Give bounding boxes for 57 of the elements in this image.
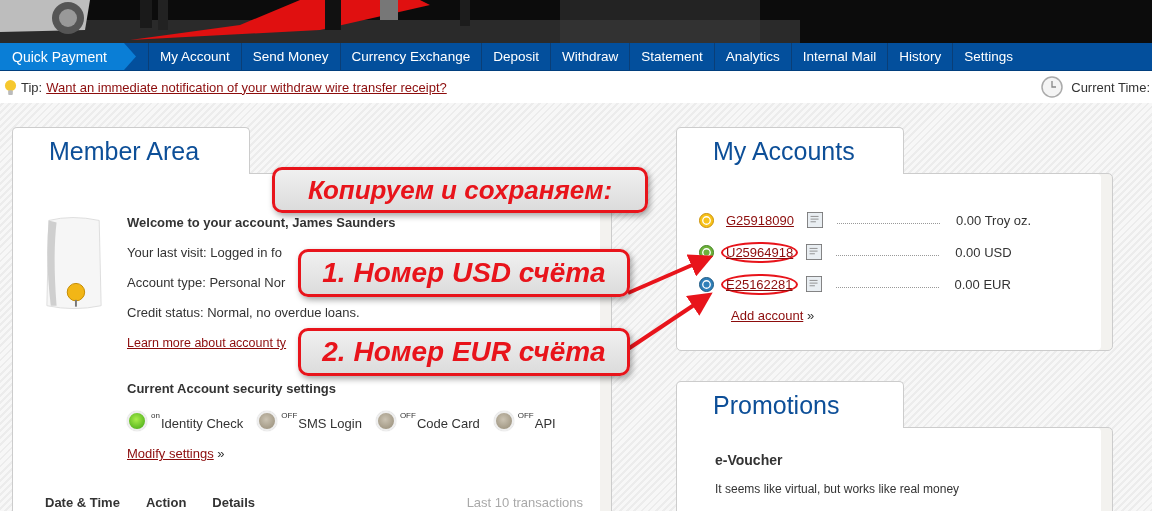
nav-tab[interactable]: Statement (629, 43, 714, 70)
panel-title: My Accounts (713, 136, 855, 166)
clock-icon (1041, 76, 1064, 98)
coin-icon (699, 276, 714, 292)
lightbulb-icon (4, 78, 17, 96)
chevron-text: » (217, 446, 225, 461)
info-text: Account type: Personal Nor (127, 275, 286, 290)
column-header: Date & Time (45, 495, 120, 510)
balance-text: 0.00 EUR (954, 276, 1011, 292)
coin-icon (699, 212, 714, 228)
state-label: OFF (399, 411, 416, 420)
welcome-text: Welcome to your account, James Saunders (127, 215, 397, 230)
nav-tab[interactable]: Currency Exchange (339, 43, 482, 70)
tip-link[interactable]: Want an immediate notification of your withdraw wire transfer receipt? (46, 79, 447, 95)
callout: Копируем и сохраняем: (272, 167, 648, 213)
state-label: OFF (517, 411, 534, 420)
document-icon[interactable] (805, 276, 822, 292)
learn-more-link[interactable]: Learn more about account ty (127, 336, 287, 350)
balance-text: 0.00 USD (955, 244, 1012, 260)
state-label: OFF (281, 411, 298, 420)
quick-payment-tab[interactable]: Quick Payment (0, 43, 136, 70)
nav-tab[interactable]: History (887, 43, 953, 70)
nav-tab[interactable]: Withdraw (549, 43, 630, 70)
column-header: Details (212, 495, 255, 510)
info-text: Credit status: Normal, no overdue loans. (127, 305, 360, 320)
nav-tab[interactable]: Deposit (481, 43, 550, 70)
nav-tab[interactable]: My Account (148, 43, 241, 70)
tip-label: Tip: (21, 79, 43, 95)
document-icon[interactable] (806, 244, 823, 260)
setting-label: SMS Login (298, 415, 362, 431)
chevron-text: » (806, 308, 815, 323)
panel-title: Promotions (713, 390, 840, 420)
transactions-note: Last 10 transactions (466, 495, 583, 510)
modify-settings-link[interactable]: Modify settings (127, 446, 214, 461)
document-icon[interactable] (806, 212, 823, 228)
current-time-label: Current Time: (1071, 79, 1150, 95)
panel-title: Member Area (49, 136, 200, 166)
setting-label: Code Card (416, 415, 480, 431)
state-label: on (151, 411, 160, 420)
nav-tab[interactable]: Internal Mail (790, 43, 888, 70)
balance-text: 0.00 Troy oz. (955, 212, 1032, 228)
nav-tab[interactable]: Settings (952, 43, 1025, 70)
setting-label: Identity Check (160, 415, 244, 431)
promo-heading: e-Voucher (715, 452, 784, 468)
account-number-link[interactable]: U25964918 (726, 244, 794, 260)
setting-label: API (534, 415, 556, 431)
add-account-link[interactable]: Add account (731, 308, 804, 323)
account-number-link[interactable]: G25918090 (726, 212, 794, 228)
promo-text: It seems like virtual, but works like real money (715, 482, 961, 496)
info-text: Your last visit: Logged in fo (127, 245, 282, 260)
nav-tab[interactable]: Analytics (713, 43, 791, 70)
column-header: Action (145, 495, 187, 510)
nav-tab[interactable]: Send Money (240, 43, 340, 70)
callout: 1. Номер USD счёта (298, 249, 630, 297)
security-title: Current Account security settings (127, 381, 337, 396)
account-number-link[interactable]: E25162281 (726, 276, 793, 292)
callout: 2. Номер EUR счёта (298, 328, 630, 376)
